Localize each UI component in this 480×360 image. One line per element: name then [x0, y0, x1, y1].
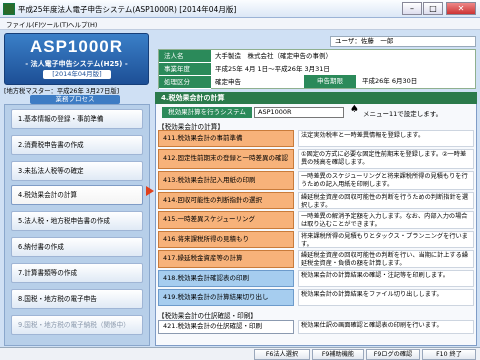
system-value: ASP1000R: [254, 107, 344, 118]
menu-415-desc: 一時差異の解消予定額を入力します。なお、内部入力の場合は取り込むことができます。: [298, 211, 474, 229]
logo-version: [2014年04月版]: [43, 70, 111, 79]
f6-corp-select-button[interactable]: F6法人選択: [254, 349, 310, 360]
menu-416-button[interactable]: 416.将来課税所得の見積もり: [158, 231, 294, 248]
step-5[interactable]: 5.法人税・地方税申告書の作成: [11, 211, 143, 231]
f10-exit-button[interactable]: F10 終了: [422, 349, 476, 360]
user-name: ユーザ：佐藤 一郎: [330, 36, 476, 47]
spade-icon: ♠: [350, 104, 359, 115]
step-4[interactable]: 4.税効果会計の計算: [11, 185, 143, 205]
process-list: 1.基本情報の登録・事前準備 2.消費税申告書の作成 3.未払法人税等の確定 4…: [4, 104, 150, 346]
logo-name: ASP1000R: [29, 37, 124, 56]
panel-title: 4.税効果会計の計算: [155, 92, 477, 104]
type-label: 処理区分: [159, 76, 211, 89]
product-logo: ASP1000R - 法人電子申告システム(H25) - [2014年04月版]: [4, 33, 149, 85]
f8-aux-button[interactable]: F9補助機能: [312, 349, 364, 360]
menu-417-desc: 繰延税金資産の回収可能性の判断を行い、当期に計上する繰延税金資産・負債の額を計算…: [298, 250, 474, 268]
process-type: 確定申告: [215, 78, 241, 86]
menu-file[interactable]: ファイル(F): [6, 19, 41, 29]
title-bar: 平成25年度法人電子申告システム(ASP1000R) [2014年04月版] –…: [0, 0, 480, 18]
list-item: 415.一時差異スケジューリング 一時差異の解消予定額を入力します。なお、内部入…: [158, 211, 474, 229]
menu-tools[interactable]: ツール(T): [40, 19, 69, 29]
f9-log-button[interactable]: F9ログの確認: [366, 349, 420, 360]
menu-419-desc: 税効果会計の計算結果をファイル切り出しします。: [298, 289, 474, 306]
process-label: 業務プロセス: [30, 95, 120, 104]
menu-412-desc: ①固定の方式に必要な固定性前期末を登録します。②一時差異の残高を確認します。: [298, 149, 474, 169]
menu-411-desc: 法定実効税率と一時差異情報を登録します。: [298, 130, 474, 147]
minimize-button[interactable]: –: [402, 2, 422, 15]
window-title: 平成25年度法人電子申告システム(ASP1000R) [2014年04月版]: [18, 5, 237, 14]
list-item: 419.税効果会計の計算結果切り出し 税効果会計の計算結果をファイル切り出ししま…: [158, 289, 474, 306]
step-9[interactable]: 9.国税・地方税の電子納税（関係中）: [11, 315, 143, 335]
tax-master-version: [地方税マスター：平成26年 3月27日版]: [4, 88, 120, 95]
function-key-bar: F6法人選択 F9補助機能 F9ログの確認 F10 終了: [0, 347, 480, 360]
list-item: 417.繰延税金資産等の計算 繰延税金資産の回収可能性の判断を行い、当期に計上す…: [158, 250, 474, 268]
menu-418-desc: 税効果会計の計算結果の確認・注記等を印刷します。: [298, 270, 474, 287]
step-2[interactable]: 2.消費税申告書の作成: [11, 135, 143, 155]
maximize-button[interactable]: □: [423, 2, 443, 15]
list-item: 421.税効果会計の仕訳確認・印刷 税効果仕訳の画面確認と確認表の印刷を行います…: [158, 320, 474, 334]
menu-414-desc: 繰延税金資産の回収可能性の判断を行うための判断指針を選択します。: [298, 192, 474, 209]
menu-413-desc: 一時差異のスケジューリングと将来課税所得の見積もりを行うための記入用紙を印刷しま…: [298, 171, 474, 190]
section-journal-heading: 【税効果会計の仕訳確認・印刷】: [158, 312, 257, 320]
menu-415-button[interactable]: 415.一時差異スケジューリング: [158, 211, 294, 229]
close-button[interactable]: ✕: [446, 2, 476, 15]
system-note: メニュー11で設定します。: [363, 110, 443, 118]
year-label: 事業年度: [159, 63, 211, 76]
menu-bar: ファイル(F) ツール(T) ヘルプ(H): [0, 18, 480, 30]
logo-subtitle: - 法人電子申告システム(H25) -: [25, 60, 128, 68]
menu-421-desc: 税効果仕訳の画面確認と確認表の印刷を行います。: [298, 320, 474, 334]
menu-414-button[interactable]: 414.回収可能性の判断指針の選択: [158, 192, 294, 209]
step-1[interactable]: 1.基本情報の登録・事前準備: [11, 109, 143, 129]
list-item: 416.将来課税所得の見積もり 将来課税所得の見積もりとタックス・プランニングを…: [158, 231, 474, 248]
app-icon: [3, 3, 15, 15]
list-item: 418.税効果会計確認表の印刷 税効果会計の計算結果の確認・注記等を印刷します。: [158, 270, 474, 287]
menu-411-button[interactable]: 411.税効果会計の事前準備: [158, 130, 294, 147]
menu-413-button[interactable]: 413.税効果会計記入用紙の印刷: [158, 171, 294, 190]
step-7[interactable]: 7.計算書類等の作成: [11, 263, 143, 283]
menu-412-button[interactable]: 412.固定性前期末の登録と一時差異の確認: [158, 149, 294, 169]
step-8[interactable]: 8.国税・地方税の電子申告: [11, 289, 143, 309]
list-item: 413.税効果会計記入用紙の印刷 一時差異のスケジューリングと将来課税所得の見積…: [158, 171, 474, 190]
list-item: 411.税効果会計の事前準備 法定実効税率と一時差異情報を登録します。: [158, 130, 474, 147]
menu-help[interactable]: ヘルプ(H): [68, 19, 97, 29]
menu-421-button[interactable]: 421.税効果会計の仕訳確認・印刷: [158, 320, 294, 334]
menu-419-button[interactable]: 419.税効果会計の計算結果切り出し: [158, 289, 294, 306]
due-label: 申告期限: [304, 75, 356, 88]
corp-name: 大手製造 株式会社（確定申告の事例）: [215, 52, 332, 60]
current-step-arrow-icon: [146, 186, 154, 196]
system-label: 税効果計算を行うシステム: [162, 107, 252, 118]
menu-418-button[interactable]: 418.税効果会計確認表の印刷: [158, 270, 294, 287]
list-item: 412.固定性前期末の登録と一時差異の確認 ①固定の方式に必要な固定性前期末を登…: [158, 149, 474, 169]
corp-label: 法人名: [159, 50, 211, 63]
due-date: 平成26年 6月30日: [362, 77, 418, 85]
menu-417-button[interactable]: 417.繰延税金資産等の計算: [158, 250, 294, 268]
step-3[interactable]: 3.未払法人税等の確定: [11, 161, 143, 181]
menu-416-desc: 将来課税所得の見積もりとタックス・プランニングを行います。: [298, 231, 474, 248]
step-6[interactable]: 6.納付書の作成: [11, 237, 143, 257]
list-item: 414.回収可能性の判断指針の選択 繰延税金資産の回収可能性の判断を行うための判…: [158, 192, 474, 209]
